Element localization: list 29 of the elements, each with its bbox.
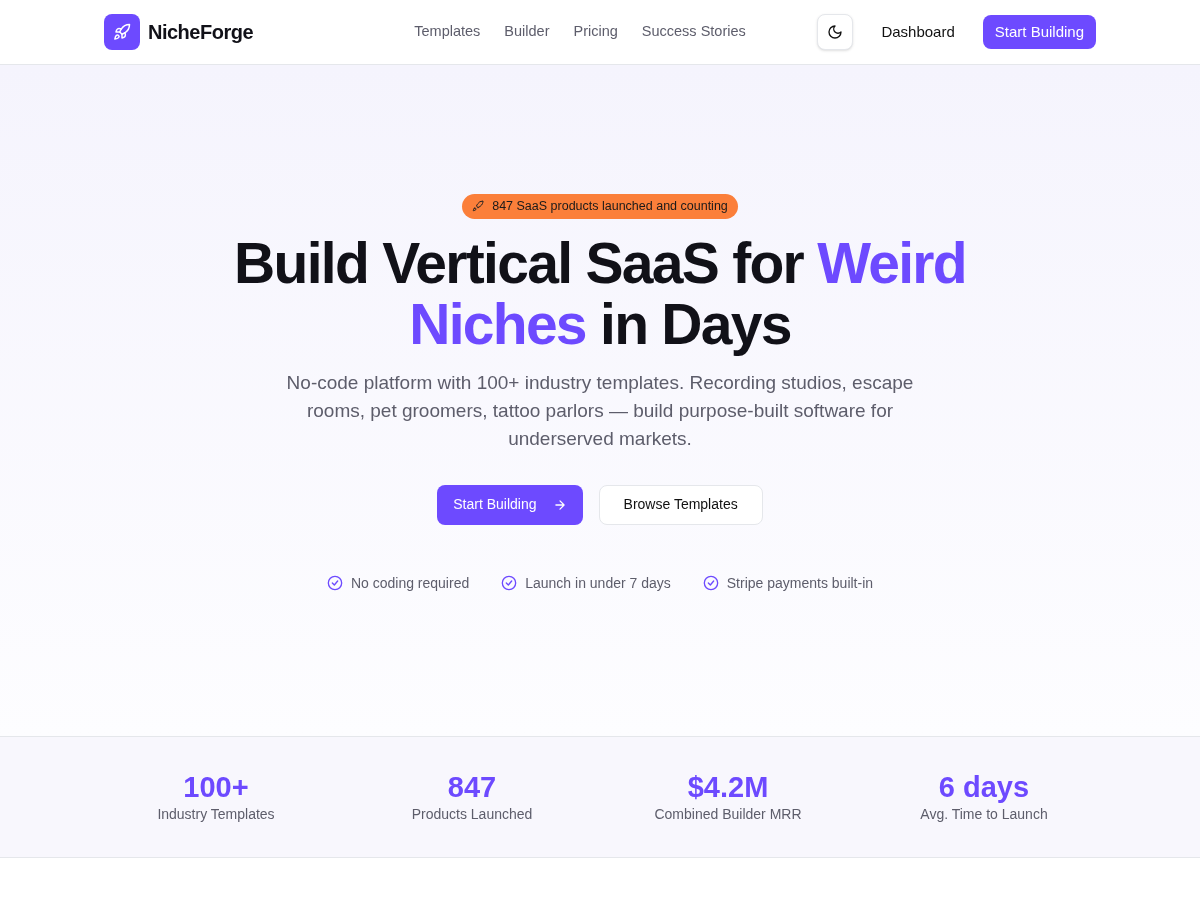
launch-badge: 847 SaaS products launched and counting: [462, 194, 738, 219]
stat-value: 100+: [183, 769, 249, 804]
feature-text: No coding required: [350, 573, 470, 593]
logo-icon: [104, 14, 140, 50]
stat-label: Combined Builder MRR: [654, 804, 802, 824]
hero-headline: Build Vertical SaaS for Weird Niches in Days: [233, 232, 967, 355]
theme-toggle-icon[interactable]: [817, 14, 854, 50]
nav-link[interactable]: Builder: [504, 21, 550, 43]
check-circle-icon: [501, 575, 518, 592]
feature-text: Launch in under 7 days: [525, 573, 671, 593]
stat-label: Avg. Time to Launch: [920, 804, 1048, 824]
check-circle-icon: [326, 575, 343, 592]
feature-text: Stripe payments built-in: [726, 573, 874, 593]
brand-name[interactable]: NicheForge: [148, 17, 254, 47]
nav-link[interactable]: Templates: [414, 21, 481, 43]
stat-label: Industry Templates: [157, 804, 275, 824]
stat-value: $4.2M: [687, 769, 769, 804]
browse-templates-button[interactable]: Browse Templates: [598, 484, 763, 525]
stat-value: 6 days: [938, 769, 1030, 804]
nav-link[interactable]: Pricing: [573, 21, 618, 43]
dashboard-link[interactable]: Dashboard: [865, 14, 971, 50]
nav-link[interactable]: Success Stories: [641, 21, 746, 43]
start-building-button[interactable]: Start Building: [437, 484, 583, 525]
stat-label: Products Launched: [411, 804, 533, 824]
stat-value: 847: [447, 769, 497, 804]
start-building-button[interactable]: Start Building: [982, 14, 1096, 50]
hero-subtitle: No-code platform with 100+ industry templates. Recording studios, escape rooms, pet groomers, tattoo parlors — build purpose-built software for underserved markets.: [285, 370, 915, 451]
check-circle-icon: [702, 575, 719, 592]
arrow-right-icon: [552, 497, 567, 512]
